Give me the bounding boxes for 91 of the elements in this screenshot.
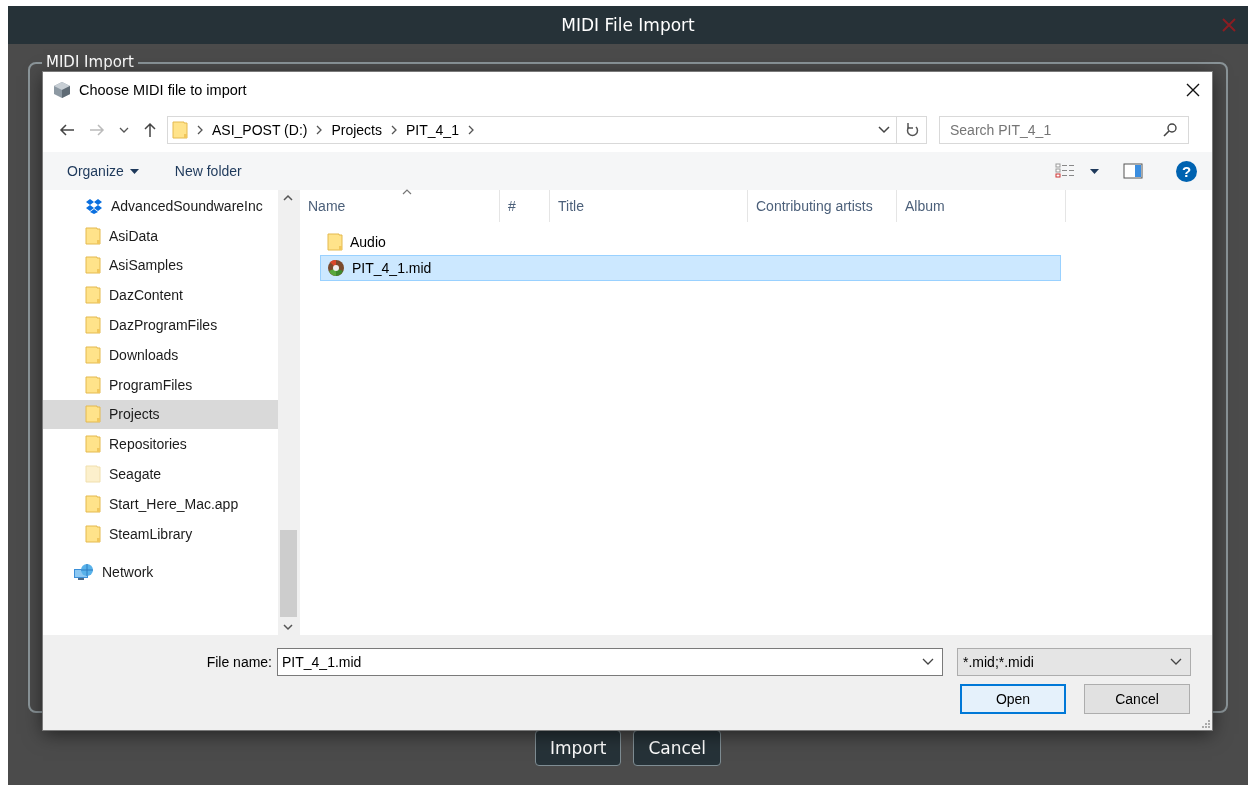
folder-icon	[85, 345, 101, 364]
dialog-button[interactable]: Cancel	[1084, 684, 1190, 714]
midi-file-icon	[327, 259, 345, 277]
caret-down-icon[interactable]	[119, 126, 129, 134]
file-type-select[interactable]: *.mid;*.midi	[957, 648, 1191, 676]
nav-label: AsiSamples	[109, 257, 183, 274]
folder-icon	[327, 233, 343, 251]
nav-label: Downloads	[109, 346, 179, 363]
nav-label: ProgramFiles	[109, 376, 193, 393]
folder-icon	[85, 256, 101, 275]
folder-icon	[85, 405, 101, 424]
file-row[interactable]: PIT_4_1.mid	[320, 255, 1061, 281]
nav-item[interactable]: Start_Here_Mac.app	[43, 488, 278, 519]
nav-label: AdvancedSoundwareInc	[111, 197, 263, 214]
dropdown-icon	[1170, 658, 1182, 666]
file-name-field[interactable]: PIT_4_1.mid	[277, 648, 943, 676]
nav-label: Projects	[109, 406, 160, 423]
chevron-icon	[390, 125, 398, 135]
column-header[interactable]: Album	[897, 190, 1066, 222]
nav-item[interactable]: AdvancedSoundwareInc	[43, 191, 278, 221]
back-arrow-icon[interactable]	[59, 123, 75, 137]
folder-icon	[85, 494, 101, 513]
nav-label: Start_Here_Mac.app	[109, 495, 239, 512]
folder-icon	[85, 375, 101, 394]
dialog-title: Choose MIDI file to import	[79, 82, 248, 98]
folder-icon	[85, 524, 101, 543]
nav-item[interactable]: AsiSamples	[43, 250, 278, 281]
address-bar[interactable]: ASI_POST (D:) Projects PIT_4_1	[167, 116, 897, 144]
column-header[interactable]: Name	[300, 190, 500, 222]
file-name: PIT_4_1.mid	[352, 260, 432, 276]
nav-label: Network	[102, 564, 154, 581]
nav-label: SteamLibrary	[109, 525, 193, 542]
chevron-icon	[466, 125, 475, 135]
nav-label: Repositories	[109, 436, 187, 453]
close-icon[interactable]	[1186, 83, 1200, 97]
caret-down-icon	[1090, 168, 1099, 174]
window-title: MIDI File Import	[561, 15, 695, 35]
search-icon	[1163, 123, 1177, 137]
dropbox-icon	[85, 197, 103, 214]
nav-label: AsiData	[109, 227, 159, 244]
help-button[interactable]: ?	[1176, 160, 1197, 182]
column-header[interactable]: Contributing artists	[748, 190, 897, 222]
view-list-icon[interactable]	[1055, 163, 1075, 179]
folder-icon	[85, 435, 101, 454]
folder-icon	[172, 121, 188, 139]
nav-item[interactable]: Network	[43, 557, 278, 588]
nav-label: Seagate	[109, 466, 162, 483]
dialog-button[interactable]: Import	[535, 730, 622, 766]
file-name: Audio	[350, 234, 386, 250]
search-field[interactable]: Search PIT_4_1	[939, 116, 1189, 144]
scroll-thumb[interactable]	[279, 530, 297, 617]
chevron-icon	[196, 125, 204, 135]
chevron-icon	[315, 125, 324, 135]
dialog-button[interactable]: Cancel	[633, 730, 721, 766]
group-title: MIDI Import	[42, 53, 138, 71]
nav-item[interactable]: AsiData	[43, 220, 278, 251]
nav-item[interactable]: Repositories	[43, 429, 278, 460]
folder-icon	[85, 316, 101, 335]
nav-item[interactable]: SteamLibrary	[43, 518, 278, 549]
scrollbar[interactable]	[278, 190, 298, 635]
folder-icon	[85, 465, 101, 484]
preview-pane-icon[interactable]	[1123, 163, 1143, 179]
network-icon	[72, 562, 94, 583]
nav-label: DazContent	[109, 287, 183, 304]
nav-item[interactable]: DazProgramFiles	[43, 310, 278, 340]
caret-down-icon	[129, 168, 139, 174]
column-header[interactable]: #	[500, 190, 550, 222]
folder-icon	[85, 286, 101, 305]
nav-item[interactable]: DazContent	[43, 280, 278, 311]
nav-label: DazProgramFiles	[109, 317, 218, 334]
organize-menu[interactable]: Organize	[64, 160, 142, 182]
file-row[interactable]: Audio	[320, 229, 1061, 255]
folder-icon	[85, 226, 101, 245]
sort-icon	[402, 189, 412, 195]
nav-item[interactable]: Seagate	[43, 459, 278, 489]
breadcrumb-item[interactable]: PIT_4_1	[406, 122, 459, 138]
cube-icon	[53, 81, 71, 99]
breadcrumb-item[interactable]: Projects	[331, 122, 382, 138]
up-arrow-icon[interactable]	[143, 122, 157, 138]
nav-item[interactable]: Downloads	[43, 340, 278, 370]
field-label: File name:	[205, 654, 272, 670]
new-folder-button[interactable]: New folder	[171, 160, 245, 182]
breadcrumb-item[interactable]: ASI_POST (D:)	[212, 122, 308, 138]
column-header[interactable]: Title	[550, 190, 748, 222]
dropdown-icon[interactable]	[878, 126, 890, 134]
dialog-button[interactable]: Open	[960, 684, 1066, 714]
refresh-icon[interactable]	[904, 122, 919, 138]
nav-item[interactable]: Projects	[43, 399, 278, 430]
nav-item[interactable]: ProgramFiles	[43, 369, 278, 400]
resize-grip-icon[interactable]	[1200, 718, 1210, 728]
dropdown-icon	[922, 658, 934, 666]
